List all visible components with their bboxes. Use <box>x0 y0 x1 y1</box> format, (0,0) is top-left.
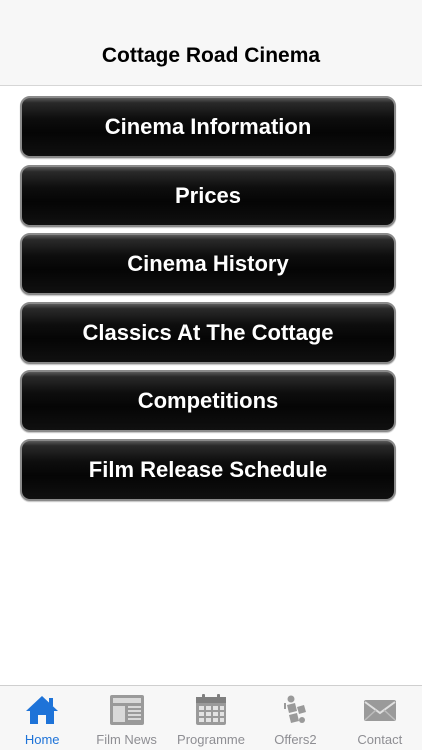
tab-film-news[interactable]: Film News <box>84 686 168 750</box>
competitions-button[interactable]: Competitions <box>20 370 396 432</box>
tab-programme[interactable]: Programme <box>169 686 253 750</box>
tab-home[interactable]: Home <box>0 686 84 750</box>
tab-contact[interactable]: Contact <box>338 686 422 750</box>
main-menu: Cinema Information Prices Cinema History… <box>20 96 396 507</box>
classics-at-the-cottage-button[interactable]: Classics At The Cottage <box>20 301 396 364</box>
tab-contact-label: Contact <box>357 732 403 747</box>
film-release-schedule-button[interactable]: Film Release Schedule <box>20 438 396 501</box>
tab-offers2-label: Offers2 <box>274 732 317 747</box>
calendar-icon <box>196 694 227 725</box>
navigation-bar: Cottage Road Cinema <box>0 0 422 86</box>
cinema-information-button[interactable]: Cinema Information <box>20 96 396 158</box>
tab-film-news-label: Film News <box>96 732 157 747</box>
offers-icon <box>284 695 307 723</box>
mail-icon <box>363 700 396 721</box>
prices-button[interactable]: Prices <box>20 164 396 227</box>
home-icon <box>26 696 59 724</box>
tab-bar: Home Film News Programme Offers2 Contact <box>0 685 422 750</box>
tab-programme-label: Programme <box>177 732 245 747</box>
page-title: Cottage Road Cinema <box>101 44 321 67</box>
tab-offers2[interactable]: Offers2 <box>253 686 337 750</box>
newspaper-icon <box>109 695 144 725</box>
cinema-history-button[interactable]: Cinema History <box>20 233 396 295</box>
tab-home-label: Home <box>24 732 60 747</box>
